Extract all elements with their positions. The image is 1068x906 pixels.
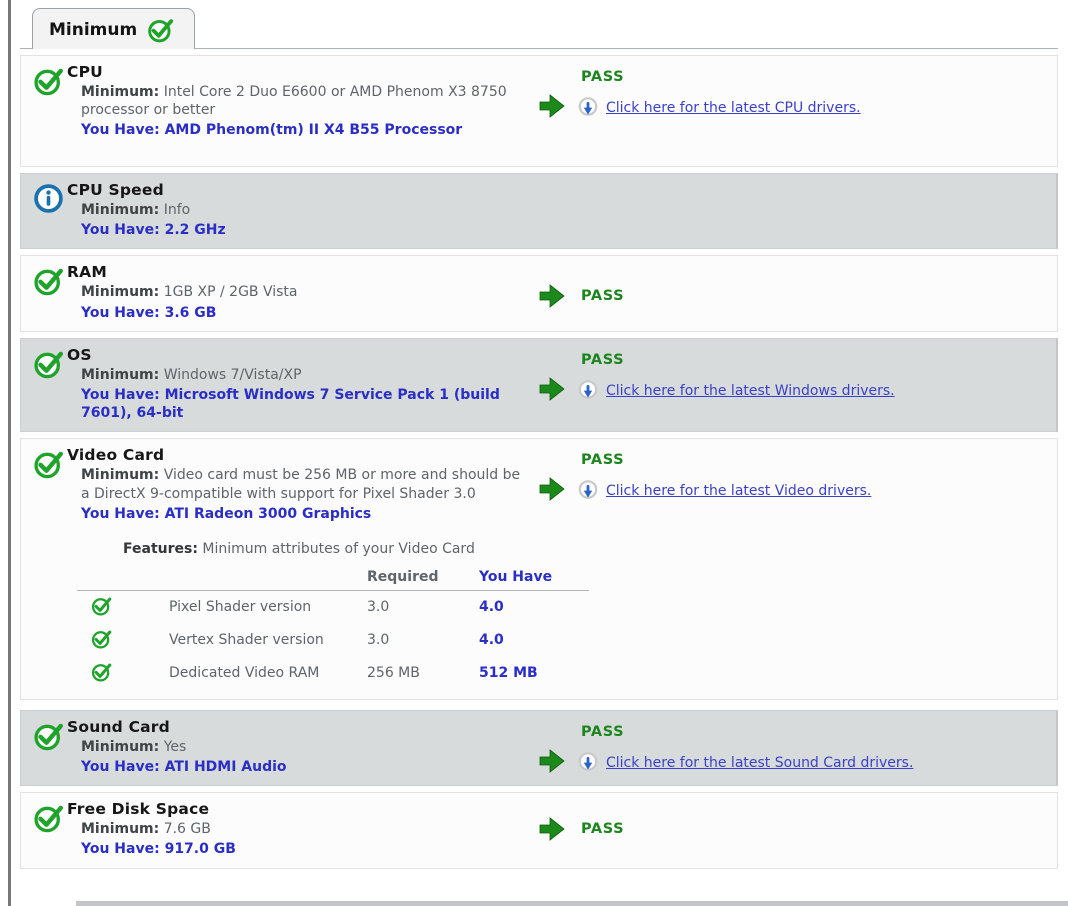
feature-row-dedicated-vram: Dedicated Video RAM 256 MB 512 MB [77, 657, 589, 690]
you-have-line: You Have: ATI Radeon 3000 Graphics [81, 505, 522, 523]
download-icon[interactable] [577, 752, 599, 774]
requirement-row-video-card: Video Card Minimum: Video card must be 2… [20, 438, 1058, 700]
info-icon [33, 181, 67, 239]
minimum-line: Minimum: Info [81, 201, 522, 219]
requirement-row-free-disk-space: Free Disk Space Minimum: 7.6 GB You Have… [20, 792, 1058, 868]
tab-minimum[interactable]: Minimum [32, 8, 195, 49]
you-have-line: You Have: AMD Phenom(tm) II X4 B55 Proce… [81, 121, 522, 139]
download-icon[interactable] [577, 480, 599, 502]
minimum-line: Minimum: Intel Core 2 Duo E6600 or AMD P… [81, 83, 522, 119]
windows-drivers-link[interactable]: Click here for the latest Windows driver… [606, 383, 895, 399]
minimum-line: Minimum: 7.6 GB [81, 820, 522, 838]
feature-row-pixel-shader: Pixel Shader version 3.0 4.0 [77, 590, 589, 624]
row-title: CPU Speed [67, 181, 537, 199]
pass-arrow-icon [537, 722, 569, 776]
status-badge: PASS [581, 724, 913, 740]
check-icon [33, 63, 67, 157]
features-col-you-have: You Have [479, 565, 589, 591]
status-badge: PASS [581, 69, 861, 85]
cpu-drivers-link[interactable]: Click here for the latest CPU drivers. [606, 100, 861, 116]
check-icon [33, 346, 67, 423]
requirement-row-cpu-speed: CPU Speed Minimum: Info You Have: 2.2 GH… [20, 173, 1058, 249]
features-col-required: Required [367, 565, 479, 591]
check-icon [91, 628, 112, 649]
sound-card-drivers-link[interactable]: Click here for the latest Sound Card dri… [606, 755, 913, 771]
tab-minimum-label: Minimum [49, 20, 137, 40]
requirements-panel: Minimum CPU Minimum: Intel Core 2 Duo E6… [0, 0, 1068, 869]
pass-arrow-icon [537, 67, 569, 121]
pass-arrow-icon [537, 281, 567, 311]
requirements-list: CPU Minimum: Intel Core 2 Duo E6600 or A… [20, 48, 1058, 869]
check-icon [33, 446, 67, 523]
video-drivers-link[interactable]: Click here for the latest Video drivers. [606, 483, 871, 499]
you-have-line: You Have: ATI HDMI Audio [81, 758, 522, 776]
status-badge: PASS [581, 288, 624, 304]
check-icon [33, 800, 67, 858]
minimum-line: Minimum: Windows 7/Vista/XP [81, 366, 522, 384]
row-title: OS [67, 346, 537, 364]
status-badge: PASS [581, 352, 895, 368]
row-title: RAM [67, 263, 537, 281]
minimum-line: Minimum: Video card must be 256 MB or mo… [81, 466, 522, 502]
you-have-line: You Have: Microsoft Windows 7 Service Pa… [81, 386, 522, 422]
features-col-spacer [77, 565, 169, 591]
download-icon[interactable] [577, 97, 599, 119]
pass-arrow-icon [537, 814, 567, 844]
check-icon [33, 718, 67, 776]
row-title: CPU [67, 63, 537, 81]
pass-arrow-icon [537, 350, 569, 404]
features-caption: Features: Minimum attributes of your Vid… [123, 541, 1049, 557]
row-title: Sound Card [67, 718, 537, 736]
video-features-table: Features: Minimum attributes of your Vid… [77, 541, 1049, 690]
requirement-row-sound-card: Sound Card Minimum: Yes You Have: ATI HD… [20, 710, 1058, 786]
feature-row-vertex-shader: Vertex Shader version 3.0 4.0 [77, 624, 589, 657]
pass-check-icon [147, 16, 174, 43]
status-badge: PASS [581, 821, 624, 837]
pass-arrow-icon [537, 450, 569, 504]
minimum-line: Minimum: 1GB XP / 2GB Vista [81, 283, 522, 301]
download-icon[interactable] [577, 380, 599, 402]
minimum-line: Minimum: Yes [81, 738, 522, 756]
panel-bottom-edge [76, 901, 1068, 906]
you-have-line: You Have: 3.6 GB [81, 304, 522, 322]
row-title: Free Disk Space [67, 800, 537, 818]
you-have-line: You Have: 2.2 GHz [81, 221, 522, 239]
status-badge: PASS [581, 452, 871, 468]
row-title: Video Card [67, 446, 537, 464]
you-have-line: You Have: 917.0 GB [81, 840, 522, 858]
check-icon [33, 263, 67, 321]
requirement-row-ram: RAM Minimum: 1GB XP / 2GB Vista You Have… [20, 255, 1058, 331]
check-icon [91, 661, 112, 682]
check-icon [91, 595, 112, 616]
requirement-row-os: OS Minimum: Windows 7/Vista/XP You Have:… [20, 338, 1058, 433]
features-col-spacer [169, 565, 367, 591]
requirement-row-cpu: CPU Minimum: Intel Core 2 Duo E6600 or A… [20, 55, 1058, 167]
